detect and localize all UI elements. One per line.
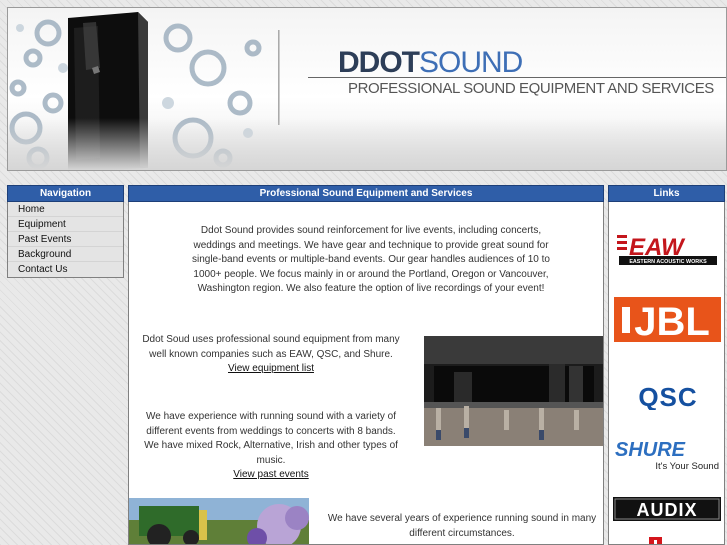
tractor-photo-graphic [129, 498, 309, 544]
nav-item-contact-us[interactable]: Contact Us [8, 262, 123, 277]
nav-item-past-events[interactable]: Past Events [8, 232, 123, 247]
nav-item-equipment[interactable]: Equipment [8, 217, 123, 232]
audix-logo[interactable]: AUDIX [613, 497, 721, 521]
shure-logo-text: SHURE [615, 439, 686, 461]
main-content-panel: Professional Sound Equipment and Service… [128, 185, 604, 545]
content-body: Ddot Sound provides sound reinforcement … [128, 202, 604, 545]
outdoor-event-photo [129, 498, 309, 544]
nav-item-home[interactable]: Home [8, 202, 123, 217]
site-header: DDOTSOUND PROFESSIONAL SOUND EQUIPMENT A… [7, 7, 727, 171]
events-section: We have experience with running sound wi… [141, 410, 401, 483]
nav-item-background[interactable]: Background [8, 247, 123, 262]
concert-stage-photo [424, 336, 603, 446]
audix-logo-text: AUDIX [636, 500, 697, 520]
partial-logo[interactable] [649, 537, 679, 545]
shure-logo[interactable]: SHURE It's Your Sound [613, 438, 721, 472]
eaw-logo[interactable]: EAW EASTERN ACOUSTIC WORKS [617, 233, 719, 267]
stage-photo-graphic [424, 336, 603, 446]
header-divider [278, 30, 280, 125]
site-logo: DDOTSOUND [338, 46, 523, 80]
navigation-title: Navigation [7, 185, 124, 202]
jbl-logo-text: JBL [634, 300, 710, 342]
links-title: Links [608, 185, 725, 202]
background-text: We have several years of experience runn… [327, 513, 597, 539]
view-past-events-link[interactable]: View past events [233, 469, 308, 480]
brand-part1: DDOT [338, 46, 420, 79]
brand-part2: SOUND [419, 46, 523, 79]
shure-logo-subtext: It's Your Sound [655, 461, 719, 472]
equipment-text: Ddot Soud uses professional sound equipm… [142, 334, 400, 360]
eaw-logo-subtext: EASTERN ACOUSTIC WORKS [629, 259, 707, 265]
links-body: EAW EASTERN ACOUSTIC WORKS JBL QSC SHURE… [608, 202, 725, 545]
view-equipment-link[interactable]: View equipment list [228, 363, 314, 374]
qsc-logo[interactable]: QSC [617, 384, 719, 410]
header-bottom-strip [8, 118, 726, 170]
qsc-logo-text: QSC [638, 384, 697, 410]
site-tagline: PROFESSIONAL SOUND EQUIPMENT AND SERVICE… [348, 80, 714, 97]
content-title: Professional Sound Equipment and Service… [128, 185, 604, 202]
navigation-panel: Navigation Home Equipment Past Events Ba… [7, 185, 124, 278]
intro-paragraph: Ddot Sound provides sound reinforcement … [191, 225, 550, 294]
brand-underline [308, 77, 726, 78]
equipment-section: Ddot Soud uses professional sound equipm… [141, 333, 401, 377]
jbl-logo[interactable]: JBL [614, 297, 721, 342]
events-text: We have experience with running sound wi… [144, 411, 398, 466]
navigation-list: Home Equipment Past Events Background Co… [7, 202, 124, 278]
links-panel: Links EAW EASTERN ACOUSTIC WORKS JBL QSC… [608, 185, 725, 545]
